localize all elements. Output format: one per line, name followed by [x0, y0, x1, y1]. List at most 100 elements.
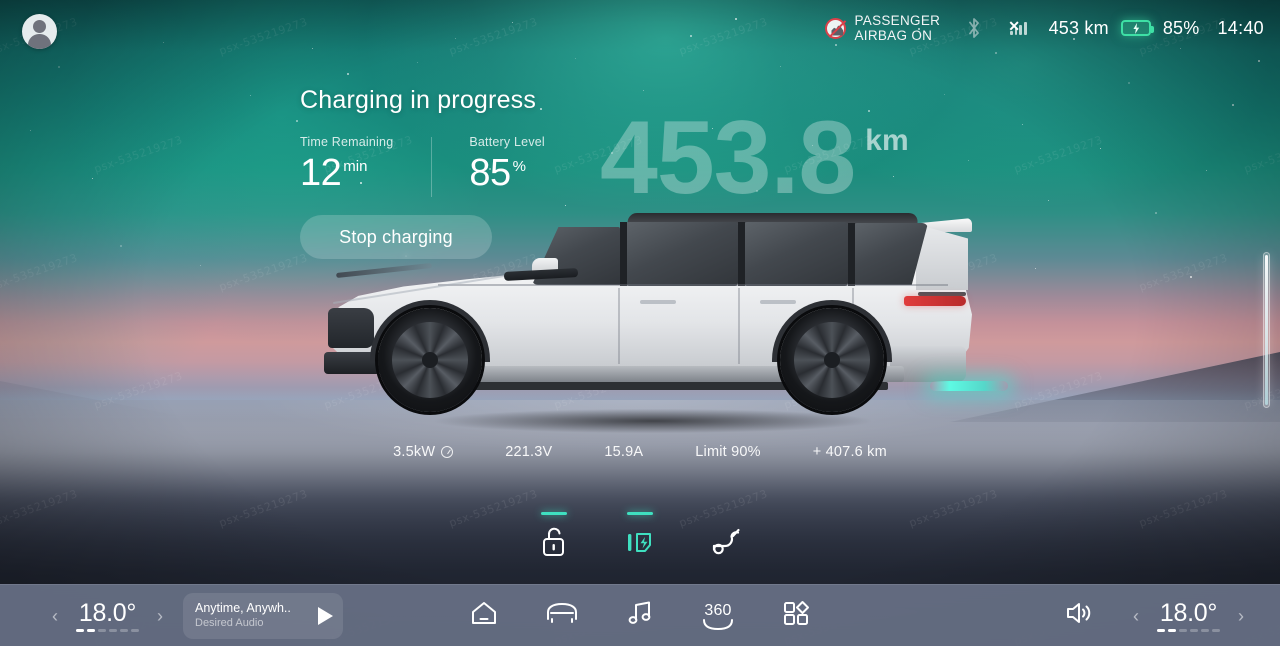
added-range-label: + 407.6 km: [812, 444, 887, 460]
fan-bar: [109, 628, 117, 632]
driver-fan-speed-bars[interactable]: [76, 628, 139, 632]
car-icon: [545, 599, 579, 632]
status-range-value: 453 km: [1048, 17, 1109, 38]
charging-panel: Charging in progress Time Remaining 12 m…: [300, 86, 545, 259]
charge-current-label: 15.9A: [604, 444, 644, 460]
cellular-signal-no-service-icon[interactable]: ✕: [1008, 18, 1027, 35]
passenger-temp-decrease-button[interactable]: ‹: [1129, 601, 1143, 631]
bottom-taskbar: ‹ 18.0° › Anytime, Anywh.. Desired Audio: [0, 584, 1280, 646]
charge-port-bolt-icon: [624, 526, 656, 563]
vehicle-taillight: [904, 296, 966, 306]
vehicle-door-handle-2: [760, 300, 796, 304]
taskbar-right: ‹ 18.0° ›: [1055, 594, 1248, 638]
front-wheel-hub: [422, 352, 438, 368]
charge-power[interactable]: 3.5kW: [393, 444, 454, 460]
dock-items: 360: [460, 594, 820, 638]
no-service-x: ✕: [1008, 18, 1020, 34]
dock-home-button[interactable]: [460, 594, 508, 638]
passenger-temp-display[interactable]: 18.0°: [1157, 600, 1220, 632]
avatar-head: [33, 20, 46, 33]
rear-wheel-hub: [824, 352, 840, 368]
vehicle-door-seam-2: [738, 288, 740, 364]
bluetooth-icon[interactable]: [966, 17, 982, 39]
fan-bar: [98, 628, 106, 632]
info-icon[interactable]: [441, 446, 454, 458]
driver-temp-display[interactable]: 18.0°: [76, 600, 139, 632]
driver-profile-avatar[interactable]: [22, 14, 57, 49]
time-remaining-unit: min: [343, 158, 368, 175]
time-remaining-value: 12: [300, 152, 342, 194]
time-remaining-label: Time Remaining: [300, 135, 394, 149]
vehicle-window-2: [626, 222, 738, 286]
battery-level-unit: %: [512, 158, 526, 175]
fan-bar: [1179, 628, 1187, 632]
vehicle-front-wheel: [378, 308, 482, 412]
battery-level-value: 85: [469, 152, 511, 194]
taskbar-dock: 360: [460, 594, 820, 638]
dock-apps-button[interactable]: [772, 594, 820, 638]
charge-cable-button[interactable]: [698, 512, 754, 576]
charge-current: 15.9A: [604, 444, 643, 460]
battery-bolt: [1133, 23, 1140, 34]
status-clock: 14:40: [1217, 17, 1264, 38]
charge-voltage: 221.3V: [505, 444, 552, 460]
music-note-icon: [626, 599, 654, 632]
driver-temp-increase-button[interactable]: ›: [153, 601, 167, 631]
driver-temp-value: 18.0: [78, 598, 127, 627]
passenger-temp-increase-button[interactable]: ›: [1234, 601, 1248, 631]
dock-music-button[interactable]: [616, 594, 664, 638]
passenger-temp-value-group: 18.0°: [1160, 600, 1217, 626]
driver-temp-value-group: 18.0°: [79, 600, 136, 626]
added-range: + 407.6 km: [813, 444, 887, 460]
media-title: Anytime, Anywh..: [195, 601, 291, 615]
screen-brightness-slider[interactable]: [1263, 252, 1270, 408]
battery-level-value-group: 85 %: [469, 151, 545, 195]
media-text: Anytime, Anywh.. Desired Audio: [195, 601, 291, 630]
charging-stats: Time Remaining 12 min Battery Level 85 %: [300, 135, 545, 197]
fan-bar: [1157, 628, 1165, 632]
fan-bar: [1212, 628, 1220, 632]
charge-power-label: 3.5kW: [393, 444, 436, 460]
charge-port-unlock-button[interactable]: [526, 512, 582, 576]
volume-button[interactable]: [1055, 594, 1103, 638]
driver-climate-control: ‹ 18.0° ›: [48, 600, 167, 632]
charging-status-button[interactable]: [612, 512, 668, 576]
vehicle-d-pillar: [848, 223, 855, 286]
fan-bar: [120, 628, 128, 632]
vehicle-daytime-running-light: [336, 262, 432, 279]
dock-surround-view-button[interactable]: 360: [694, 594, 742, 638]
charge-limit: Limit 90%: [695, 444, 760, 460]
passenger-fan-speed-bars[interactable]: [1157, 628, 1220, 632]
driver-temp-degree: °: [126, 598, 137, 627]
unlock-active-indicator: [541, 512, 567, 515]
dock-vehicle-button[interactable]: [538, 594, 586, 638]
vehicle-c-pillar: [738, 222, 745, 286]
passenger-climate-control: ‹ 18.0° ›: [1129, 600, 1248, 632]
infotainment-screen: psx-535219273psx-535219273psx-535219273p…: [0, 0, 1280, 646]
vehicle-rear-wheel: [780, 308, 884, 412]
status-bar: PASSENGER AIRBAG ON ✕ 453 km 85% 14:40: [0, 0, 1280, 56]
slider-fill: [1265, 255, 1268, 405]
passenger-temp-value: 18.0: [1159, 598, 1208, 627]
fan-bar: [1168, 628, 1176, 632]
fan-bar: [131, 628, 139, 632]
vehicle-b-pillar: [620, 222, 627, 286]
fan-bar: [1201, 628, 1209, 632]
speaker-volume-icon: [1064, 600, 1094, 631]
dock-360-label: 360: [704, 601, 732, 619]
play-icon[interactable]: [318, 606, 333, 625]
media-widget[interactable]: Anytime, Anywh.. Desired Audio: [183, 592, 343, 639]
taskbar-left: ‹ 18.0° › Anytime, Anywh.. Desired Audio: [48, 592, 343, 639]
unlock-icon: [540, 526, 568, 563]
charge-port-glow-indicator: [930, 381, 1008, 391]
fan-bar: [1190, 628, 1198, 632]
charging-actions-row: [0, 512, 1280, 576]
battery-percent-value: 85%: [1162, 17, 1200, 38]
charge-voltage-label: 221.3V: [505, 444, 553, 460]
stop-charging-button[interactable]: Stop charging: [300, 215, 492, 259]
vehicle-door-handle-1: [640, 300, 676, 304]
charging-cable-icon: [709, 527, 743, 562]
avatar-body: [28, 34, 51, 49]
passenger-temp-degree: °: [1207, 598, 1218, 627]
driver-temp-decrease-button[interactable]: ‹: [48, 601, 62, 631]
